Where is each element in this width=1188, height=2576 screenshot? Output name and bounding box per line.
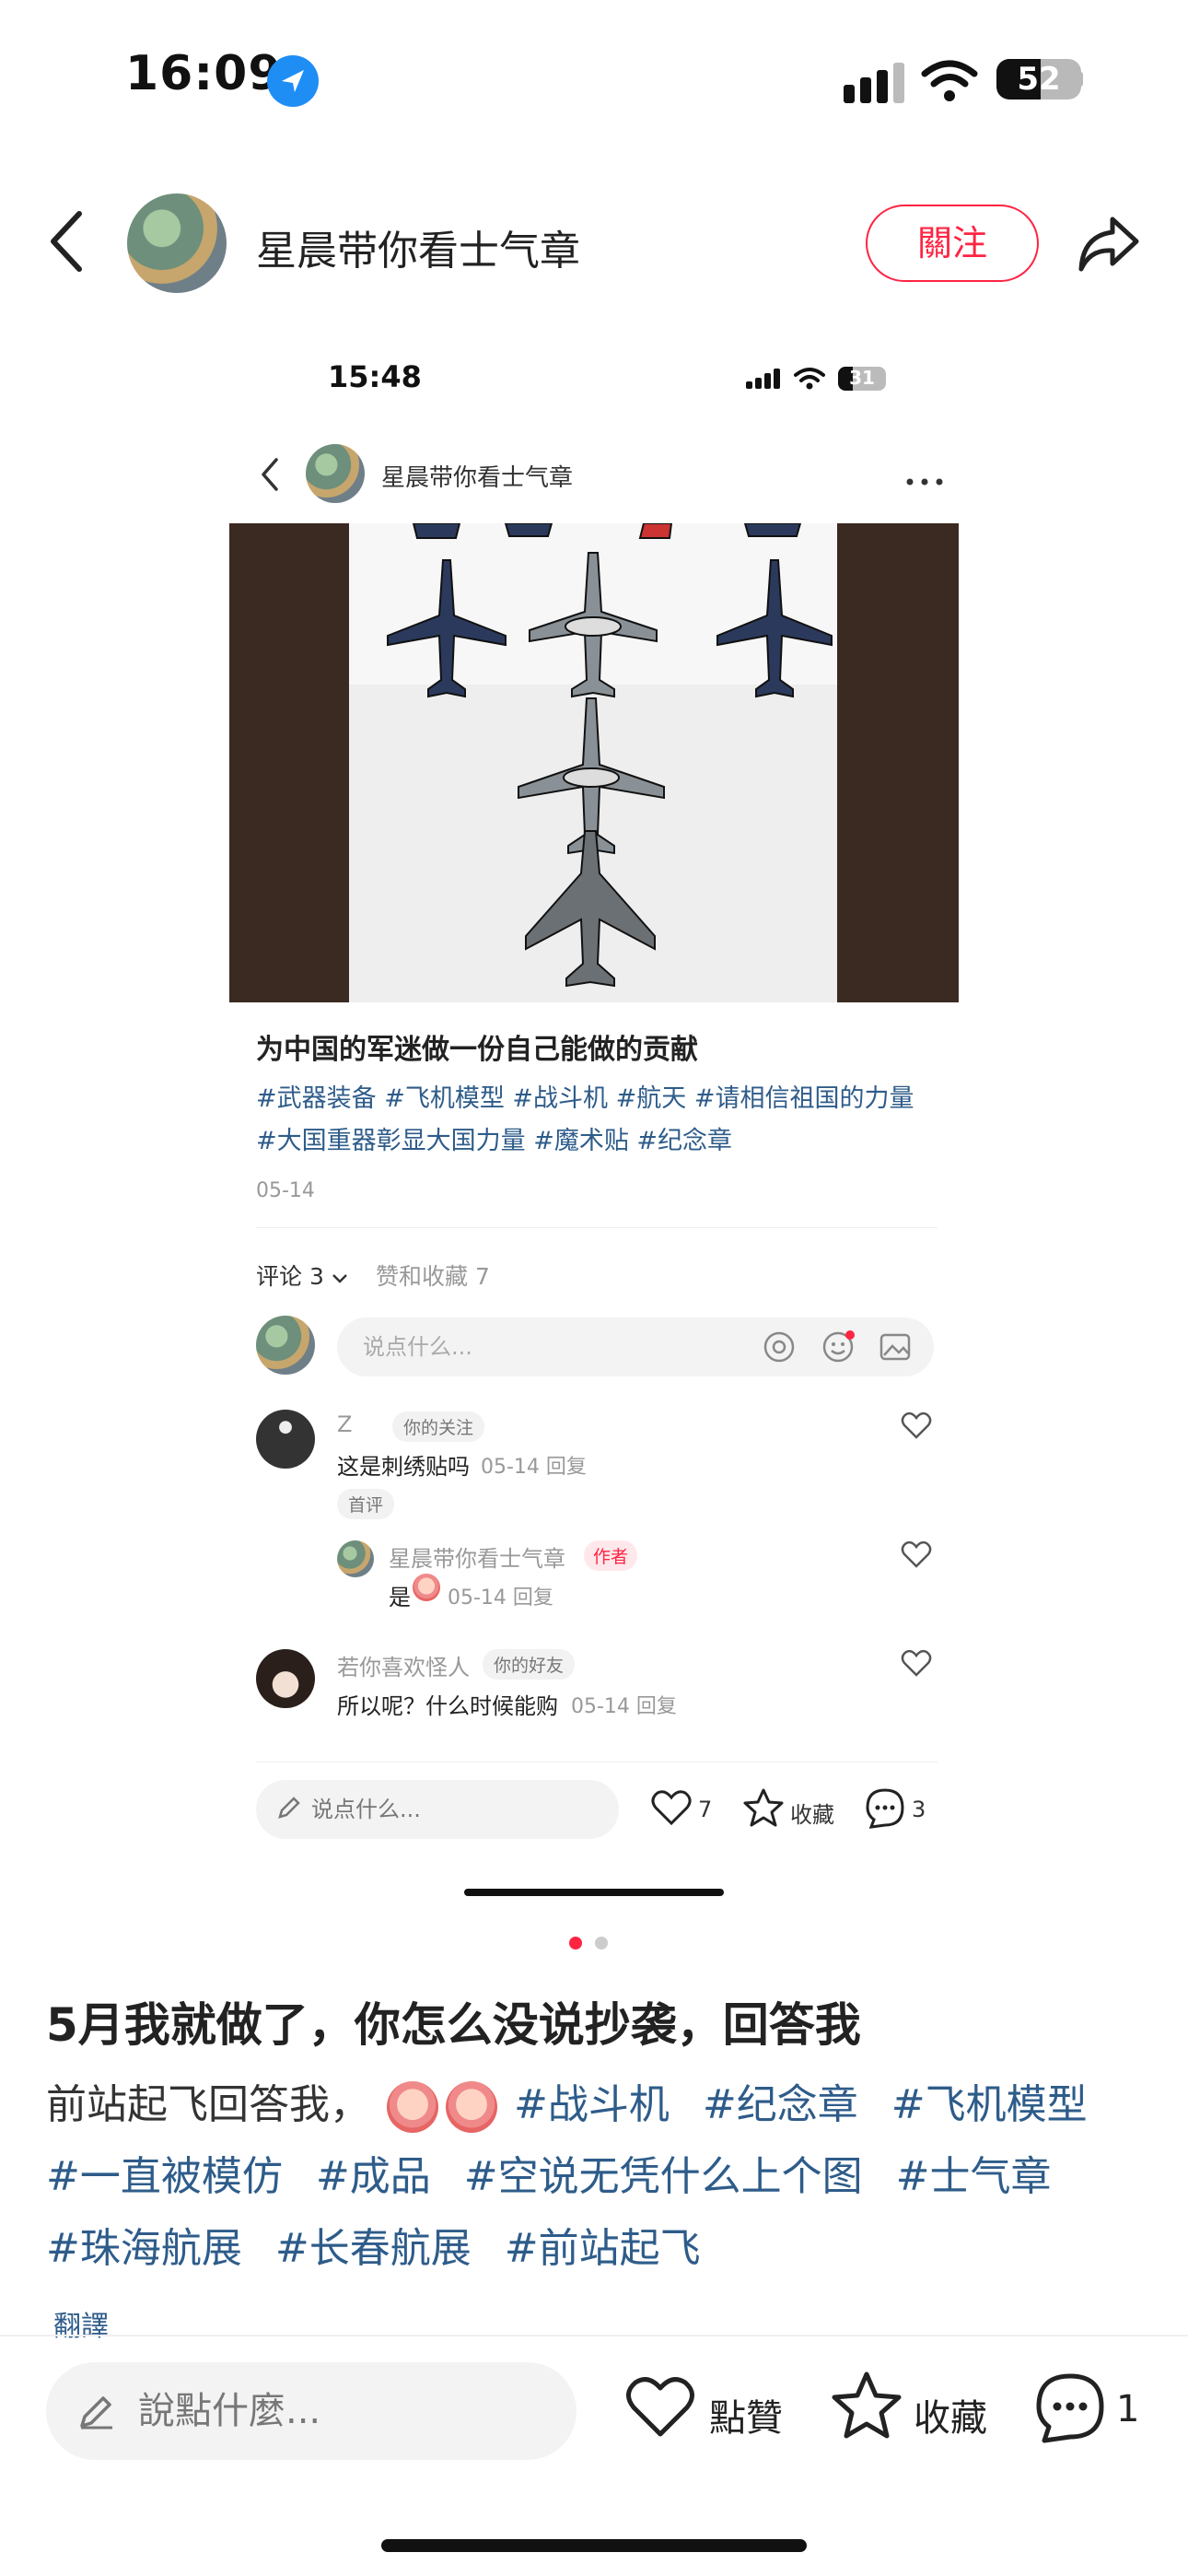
tab-comments: 评论 3 (256, 1259, 348, 1292)
more-options-icon (906, 472, 943, 489)
hashtag[interactable]: #飞机模型 (891, 2081, 1088, 2128)
follow-button[interactable]: 關注 (866, 205, 1039, 282)
inner-home-indicator (464, 1889, 724, 1896)
comment-count: 1 (1116, 2388, 1140, 2430)
inner-author-avatar (306, 444, 365, 503)
comment-meta: 05-14 回复 (481, 1456, 587, 1479)
post-photo (229, 523, 959, 1002)
inner-tags-line-1: #武器装备 #飞机模型 #战斗机 #航天 #请相信祖国的力量 (256, 1084, 914, 1113)
inner-status-time: 15:48 (328, 359, 422, 394)
inner-post-title: 为中国的军迷做一份自己能做的贡献 (256, 1034, 698, 1066)
inner-wifi-icon (794, 367, 825, 394)
heart-icon (901, 1411, 932, 1443)
first-comment-badge: 首评 (337, 1489, 395, 1519)
hashtag[interactable]: #前站起飞 (505, 2225, 701, 2272)
peach-emoji-icon (413, 1574, 440, 1601)
peach-emoji-icon (446, 2081, 497, 2133)
battery-tip (1077, 72, 1083, 87)
comment-avatar (256, 1410, 315, 1469)
inner-bottom-input: 说点什么... (256, 1780, 619, 1839)
hashtag[interactable]: #纪念章 (703, 2081, 858, 2128)
hashtag[interactable]: #空说无凭什么上个图 (464, 2153, 863, 2200)
carousel-dot-active[interactable] (569, 1937, 582, 1950)
wifi-icon (921, 59, 978, 107)
pencil-icon (276, 1795, 302, 1824)
divider (256, 1227, 938, 1228)
hashtag[interactable]: #成品 (316, 2153, 431, 2200)
battery-level: 52 (1017, 61, 1061, 98)
like-button[interactable] (624, 2375, 696, 2443)
back-button[interactable] (46, 208, 87, 278)
share-icon[interactable] (1076, 214, 1142, 276)
heart-icon (901, 1649, 932, 1680)
comment-name: Z (337, 1411, 353, 1437)
comment-input[interactable]: 說點什麼... (46, 2362, 577, 2460)
hashtag[interactable]: #珠海航展 (46, 2225, 242, 2272)
pencil-icon (77, 2392, 116, 2434)
emoji-icon (821, 1330, 855, 1367)
inner-post-tags: #武器装备 #飞机模型 #战斗机 #航天 #请相信祖国的力量 #大国重器彰显大国… (256, 1078, 956, 1163)
author-badge: 作者 (584, 1540, 638, 1571)
inner-author-name: 星晨带你看士气章 (381, 464, 574, 492)
follow-badge: 你的关注 (392, 1411, 485, 1442)
carousel-dot[interactable] (595, 1937, 608, 1950)
like-icon (650, 1789, 693, 1830)
collect-label[interactable]: 收藏 (914, 2388, 987, 2441)
reply-meta: 05-14 回复 (448, 1587, 553, 1610)
comment-button[interactable] (1033, 2371, 1107, 2449)
status-time: 16:09 (125, 46, 283, 101)
tab-comments-label: 评论 3 (256, 1263, 324, 1290)
image-icon (879, 1330, 912, 1367)
post-text: 前站起飞回答我， (46, 2081, 370, 2128)
friend-badge: 你的好友 (483, 1649, 576, 1680)
translate-link[interactable]: 翻譯 (53, 2303, 109, 2344)
reply-name: 星晨带你看士气章 (389, 1546, 565, 1572)
hashtag[interactable]: #长春航展 (275, 2225, 472, 2272)
hashtag[interactable]: #战斗机 (514, 2081, 670, 2128)
star-icon (742, 1787, 785, 1832)
home-indicator (381, 2539, 807, 2552)
like-count: 7 (698, 1797, 713, 1822)
heart-icon (901, 1540, 932, 1572)
inner-back-icon (260, 457, 280, 496)
author-name[interactable]: 星晨带你看士气章 (256, 217, 580, 276)
reply-avatar (337, 1540, 374, 1577)
comment-avatar (256, 1649, 315, 1708)
battery-icon: 52 (996, 59, 1081, 100)
collect-button[interactable] (829, 2370, 904, 2445)
comment-icon (1036, 2373, 1104, 2443)
post-body: 前站起飞回答我， #战斗机 #纪念章 #飞机模型 #一直被模仿 #成品 #空说无… (46, 2069, 1151, 2285)
hashtag[interactable]: #一直被模仿 (46, 2153, 283, 2200)
post-title: 5月我就做了，你怎么没说抄袭，回答我 (46, 1998, 861, 2052)
hashtag[interactable]: #士气章 (896, 2153, 1052, 2200)
inner-tags-line-2: #大国重器彰显大国力量 #魔术贴 #纪念章 (256, 1127, 733, 1155)
tab-likes: 赞和收藏 7 (376, 1263, 490, 1290)
peach-emoji-icon (387, 2081, 438, 2133)
comment-icon (864, 1787, 906, 1833)
comment-text: 所以呢？什么时候能购 (337, 1693, 558, 1719)
collect-label: 收藏 (790, 1802, 834, 1828)
inner-post-date: 05-14 (256, 1179, 315, 1202)
my-avatar (256, 1316, 315, 1375)
at-icon (763, 1330, 796, 1367)
like-label[interactable]: 點贊 (709, 2388, 783, 2441)
author-avatar[interactable] (127, 193, 227, 293)
comment-meta: 05-14 回复 (571, 1695, 677, 1718)
inner-battery-icon: 31 (838, 367, 886, 391)
star-icon (832, 2371, 902, 2439)
comment-count: 3 (912, 1797, 926, 1822)
inner-battery-level: 31 (849, 367, 875, 389)
location-icon (267, 55, 319, 107)
reply-text: 是 (389, 1585, 411, 1610)
heart-icon (626, 2377, 694, 2437)
divider (0, 2335, 1188, 2336)
chevron-down-icon (332, 1274, 347, 1283)
comment-name: 若你喜欢怪人 (337, 1655, 470, 1680)
comment-text: 这是刺绣贴吗 (337, 1454, 470, 1480)
patch-planes (387, 523, 833, 988)
